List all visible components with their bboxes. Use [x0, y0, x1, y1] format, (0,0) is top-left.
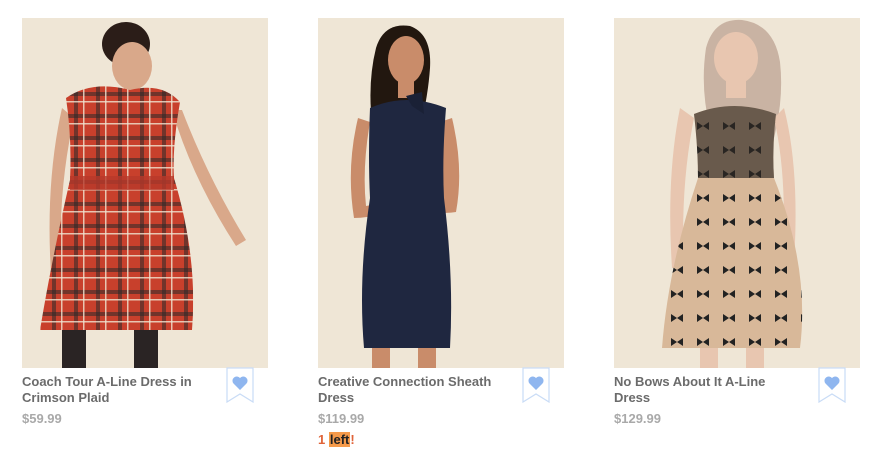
- product-price: $59.99: [22, 411, 62, 426]
- product-card[interactable]: Creative Connection Sheath Dress $119.99…: [318, 18, 564, 447]
- product-card[interactable]: No Bows About It A-Line Dress $129.99: [614, 18, 860, 426]
- product-info: Coach Tour A-Line Dress in Crimson Plaid…: [22, 367, 268, 426]
- product-name[interactable]: Creative Connection Sheath Dress: [318, 374, 498, 406]
- heart-icon: [522, 367, 550, 403]
- product-info: No Bows About It A-Line Dress $129.99: [614, 367, 860, 426]
- heart-icon: [226, 367, 254, 403]
- product-photo: [318, 18, 564, 368]
- product-image[interactable]: [614, 18, 860, 368]
- product-image[interactable]: [318, 18, 564, 368]
- product-photo: [614, 18, 860, 368]
- product-price: $129.99: [614, 411, 661, 426]
- wishlist-button[interactable]: [522, 367, 550, 403]
- product-name[interactable]: No Bows About It A-Line Dress: [614, 374, 794, 406]
- product-name[interactable]: Coach Tour A-Line Dress in Crimson Plaid: [22, 374, 202, 406]
- product-image[interactable]: [22, 18, 268, 368]
- product-info: Creative Connection Sheath Dress $119.99…: [318, 367, 564, 447]
- stock-word: left: [328, 432, 351, 447]
- stock-suffix: !: [350, 432, 355, 447]
- product-grid: Coach Tour A-Line Dress in Crimson Plaid…: [0, 0, 876, 460]
- heart-icon: [818, 367, 846, 403]
- wishlist-button[interactable]: [818, 367, 846, 403]
- product-card[interactable]: Coach Tour A-Line Dress in Crimson Plaid…: [22, 18, 268, 426]
- stock-count: 1: [318, 432, 326, 447]
- wishlist-button[interactable]: [226, 367, 254, 403]
- product-photo: [22, 18, 268, 368]
- stock-alert: 1 left!: [318, 432, 564, 447]
- product-price: $119.99: [318, 411, 365, 426]
